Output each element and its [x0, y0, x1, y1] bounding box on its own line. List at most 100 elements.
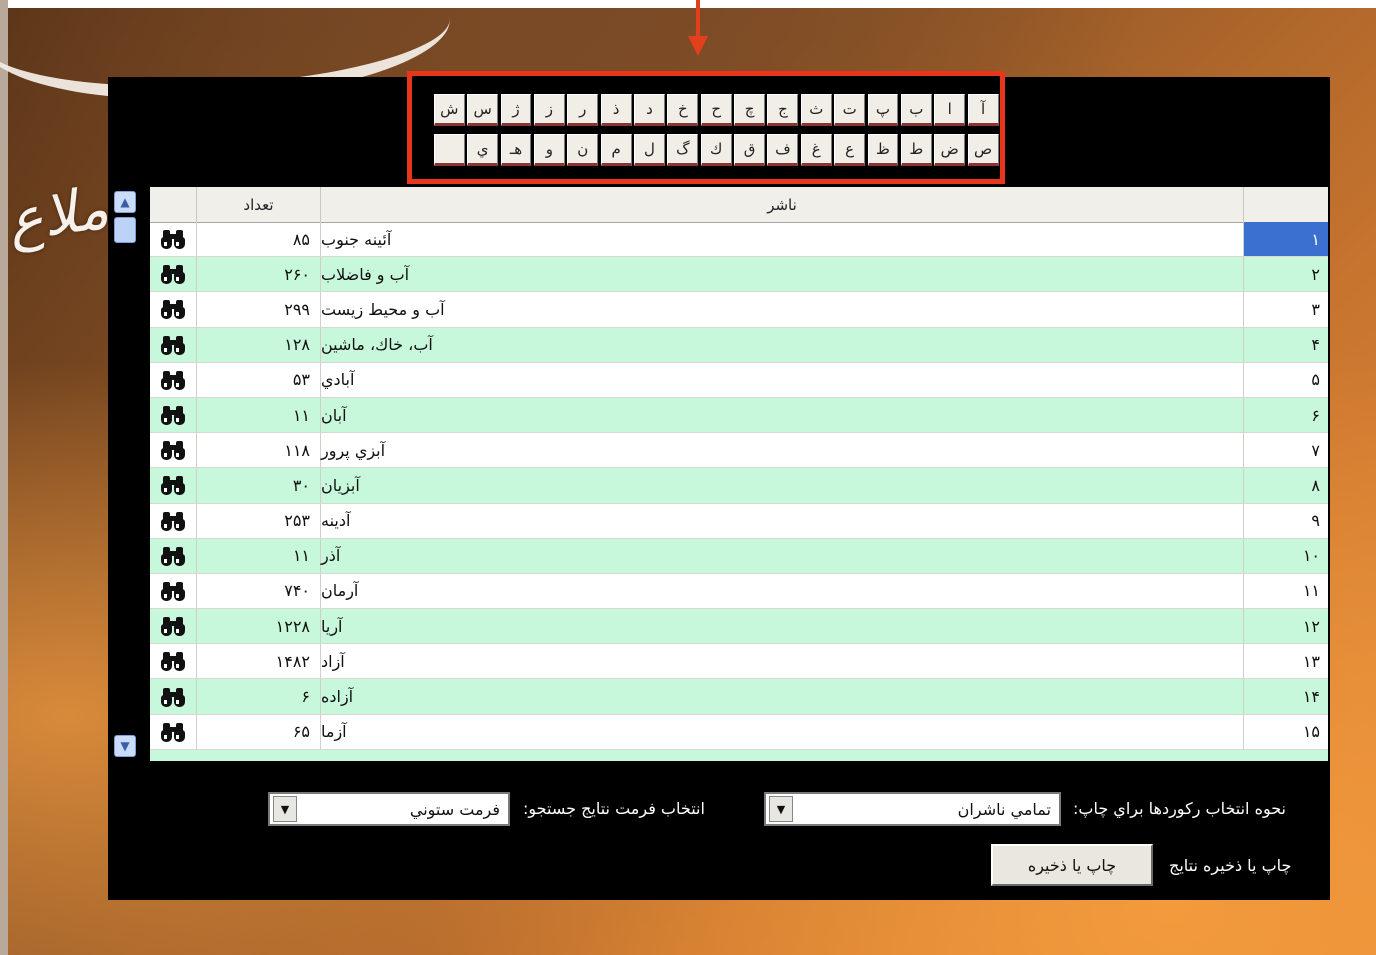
- search-row-button[interactable]: [150, 222, 197, 257]
- letter-button[interactable]: ذ: [600, 94, 632, 126]
- table-row[interactable]: ۱۲۲۸ آريا ۱۲: [150, 609, 1328, 645]
- publisher-name-cell[interactable]: آزاد: [321, 644, 1244, 679]
- scroll-thumb[interactable]: [114, 217, 136, 243]
- row-index-cell[interactable]: ۱۲: [1244, 609, 1328, 643]
- letter-button[interactable]: ح: [700, 94, 732, 126]
- publisher-name-cell[interactable]: آبادي: [321, 362, 1244, 397]
- chevron-down-icon[interactable]: ▼: [273, 796, 297, 822]
- table-row[interactable]: [150, 749, 1328, 761]
- table-row[interactable]: ۶ آزاده ۱۴: [150, 679, 1328, 715]
- letter-button[interactable]: ل: [634, 134, 665, 166]
- letter-button[interactable]: آ: [967, 94, 999, 126]
- print-save-button[interactable]: چاپ يا ذخيره: [991, 844, 1153, 886]
- letter-button[interactable]: ج: [767, 94, 799, 126]
- letter-button[interactable]: ف: [767, 134, 799, 166]
- chevron-down-icon[interactable]: ▼: [769, 796, 793, 822]
- letter-button[interactable]: م: [600, 134, 632, 166]
- row-index-cell[interactable]: ۹: [1244, 504, 1328, 538]
- search-row-button[interactable]: [150, 679, 197, 714]
- search-row-button[interactable]: [150, 327, 197, 362]
- search-row-button[interactable]: [150, 433, 197, 468]
- publisher-name-cell[interactable]: آبان: [321, 397, 1244, 433]
- letter-button[interactable]: ظ: [867, 134, 899, 166]
- letter-button[interactable]: ق: [734, 134, 765, 166]
- table-row[interactable]: ۱۴۸۲ آزاد ۱۳: [150, 644, 1328, 680]
- letter-button[interactable]: س: [467, 94, 499, 126]
- row-index-cell[interactable]: ۸: [1244, 468, 1328, 502]
- publisher-name-cell[interactable]: آذر: [321, 538, 1244, 573]
- header-publisher[interactable]: ناشر: [321, 187, 1244, 222]
- letter-button[interactable]: و: [533, 134, 565, 166]
- scroll-up-button[interactable]: ▲: [114, 191, 136, 213]
- search-row-button[interactable]: [150, 538, 197, 573]
- search-row-button[interactable]: [150, 609, 197, 644]
- table-row[interactable]: ۲۶۰ آب و فاضلاب ۲: [150, 257, 1328, 293]
- publisher-name-cell[interactable]: آدينه: [321, 503, 1244, 538]
- table-row[interactable]: ۷۴۰ آرمان ۱۱: [150, 573, 1328, 610]
- search-row-button[interactable]: [150, 644, 197, 679]
- letter-button[interactable]: [433, 134, 465, 166]
- publisher-name-cell[interactable]: آرمان: [321, 573, 1244, 609]
- search-row-button[interactable]: [150, 573, 197, 609]
- table-row[interactable]: ۶۵ آزما ۱۵: [150, 714, 1328, 750]
- scroll-down-button[interactable]: ▼: [114, 735, 136, 757]
- row-index-cell[interactable]: ۱: [1244, 222, 1328, 257]
- letter-button[interactable]: ز: [533, 94, 565, 126]
- letter-button[interactable]: ا: [934, 94, 966, 126]
- row-index-cell[interactable]: ۲: [1244, 257, 1328, 291]
- publisher-name-cell[interactable]: آبزيان: [321, 468, 1244, 503]
- table-row[interactable]: ۱۱ آذر ۱۰: [150, 538, 1328, 574]
- table-row[interactable]: ۱۱۸ آبزي پرور ۷: [150, 433, 1328, 469]
- letter-button[interactable]: ژ: [500, 94, 532, 126]
- letter-button[interactable]: ط: [900, 134, 932, 166]
- letter-button[interactable]: ن: [567, 134, 599, 166]
- letter-button[interactable]: ي: [467, 134, 499, 166]
- publisher-name-cell[interactable]: آزاده: [321, 679, 1244, 714]
- publisher-name-cell[interactable]: آئينه جنوب: [321, 222, 1244, 257]
- publisher-name-cell[interactable]: آب و محيط زيست: [321, 292, 1244, 327]
- letter-button[interactable]: ب: [900, 94, 932, 126]
- header-count[interactable]: تعداد: [197, 187, 321, 222]
- row-index-cell[interactable]: ۱۰: [1244, 539, 1328, 573]
- search-row-button[interactable]: [150, 714, 197, 749]
- publisher-name-cell[interactable]: آب و فاضلاب: [321, 257, 1244, 292]
- search-row-button[interactable]: [150, 257, 197, 292]
- letter-button[interactable]: پ: [867, 94, 899, 126]
- letter-button[interactable]: ض: [934, 134, 966, 166]
- row-index-cell[interactable]: ۳: [1244, 292, 1328, 326]
- letter-button[interactable]: چ: [734, 94, 765, 126]
- letter-button[interactable]: ت: [834, 94, 866, 126]
- table-row[interactable]: ۲۹۹ آب و محيط زيست ۳: [150, 292, 1328, 328]
- search-row-button[interactable]: [150, 292, 197, 327]
- letter-button[interactable]: هـ: [500, 134, 532, 166]
- letter-button[interactable]: غ: [800, 134, 832, 166]
- row-index-cell[interactable]: ۱۳: [1244, 644, 1328, 678]
- letter-button[interactable]: گ: [667, 134, 699, 166]
- search-row-button[interactable]: [150, 468, 197, 503]
- publisher-name-cell[interactable]: آزما: [321, 714, 1244, 749]
- row-index-cell[interactable]: ۴: [1244, 328, 1328, 362]
- letter-button[interactable]: خ: [667, 94, 699, 126]
- publisher-name-cell[interactable]: آريا: [321, 609, 1244, 644]
- table-row[interactable]: ۵۳ آبادي ۵: [150, 362, 1328, 398]
- publisher-name-cell[interactable]: آبزي پرور: [321, 433, 1244, 468]
- table-row[interactable]: ۱۲۸ آب، خاك، ماشين ۴: [150, 327, 1328, 363]
- format-dropdown[interactable]: فرمت ستوني ▼: [268, 792, 510, 826]
- record-selection-dropdown[interactable]: تمامي ناشران ▼: [764, 792, 1061, 826]
- publisher-name-cell[interactable]: آب، خاك، ماشين: [321, 327, 1244, 362]
- search-row-button[interactable]: [150, 397, 197, 433]
- row-index-cell[interactable]: ۶: [1244, 398, 1328, 432]
- row-index-cell[interactable]: ۱۱: [1244, 574, 1328, 608]
- letter-button[interactable]: د: [634, 94, 665, 126]
- search-row-button[interactable]: [150, 503, 197, 538]
- letter-button[interactable]: ر: [567, 94, 599, 126]
- row-index-cell[interactable]: ۵: [1244, 363, 1328, 397]
- letter-button[interactable]: ث: [800, 94, 832, 126]
- table-row[interactable]: ۳۰ آبزيان ۸: [150, 468, 1328, 504]
- vertical-scrollbar[interactable]: ▲ ▼: [112, 189, 138, 759]
- table-row[interactable]: ۸۵ آئينه جنوب ۱: [150, 222, 1328, 258]
- row-index-cell[interactable]: ۱۴: [1244, 679, 1328, 713]
- row-index-cell[interactable]: ۱۵: [1244, 715, 1328, 749]
- search-row-button[interactable]: [150, 362, 197, 397]
- table-row[interactable]: ۱۱ آبان ۶: [150, 397, 1328, 434]
